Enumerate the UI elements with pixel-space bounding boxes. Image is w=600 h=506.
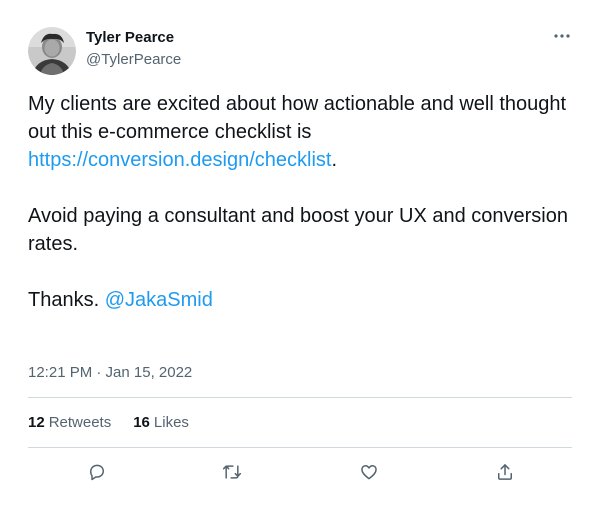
retweets-stat[interactable]: 12 Retweets <box>28 413 111 433</box>
avatar[interactable] <box>28 27 76 75</box>
author-display-name[interactable]: Tyler Pearce <box>86 28 181 48</box>
retweet-button[interactable] <box>218 458 246 486</box>
share-icon <box>498 464 512 480</box>
like-icon <box>361 465 377 480</box>
tweet-stats: 12 Retweets 16 Likes <box>28 413 211 433</box>
author-names: Tyler Pearce @TylerPearce <box>86 29 181 70</box>
reply-button[interactable] <box>83 458 111 486</box>
tweet-paragraph-2: Avoid paying a consultant and boost your… <box>28 205 568 255</box>
tweet-header: Tyler Pearce @TylerPearce <box>28 26 181 76</box>
tweet-card: Tyler Pearce @TylerPearce My clients are… <box>0 0 600 506</box>
retweets-label: Retweets <box>48 414 112 431</box>
thanks-text: Thanks. <box>28 289 105 311</box>
tweet-paragraph-3: Thanks. @JakaSmid <box>28 286 576 314</box>
tweet-text-line1: My clients are excited about how actiona… <box>28 93 567 143</box>
divider <box>28 447 572 448</box>
link-suffix: . <box>331 149 338 171</box>
author-handle[interactable]: @TylerPearce <box>86 50 181 70</box>
likes-label: Likes <box>153 414 189 431</box>
tweet-timestamp[interactable]: 12:21 PM · Jan 15, 2022 <box>28 363 192 383</box>
avatar-photo-icon <box>28 27 76 75</box>
divider <box>28 397 572 398</box>
reply-icon <box>90 464 104 481</box>
retweet-icon <box>222 465 242 479</box>
likes-count: 16 <box>133 414 150 431</box>
mention-link[interactable]: @JakaSmid <box>105 289 213 311</box>
checklist-link[interactable]: https://conversion.design/checklist <box>28 149 332 171</box>
like-button[interactable] <box>355 458 383 486</box>
more-dots-icon <box>554 34 570 38</box>
more-options-button[interactable] <box>552 26 572 46</box>
tweet-paragraph-1: My clients are excited about how actiona… <box>28 90 576 174</box>
share-button[interactable] <box>491 458 519 486</box>
tweet-text: My clients are excited about how actiona… <box>28 90 576 314</box>
likes-stat[interactable]: 16 Likes <box>133 413 189 433</box>
retweets-count: 12 <box>28 414 45 431</box>
tweet-actions <box>0 458 600 486</box>
